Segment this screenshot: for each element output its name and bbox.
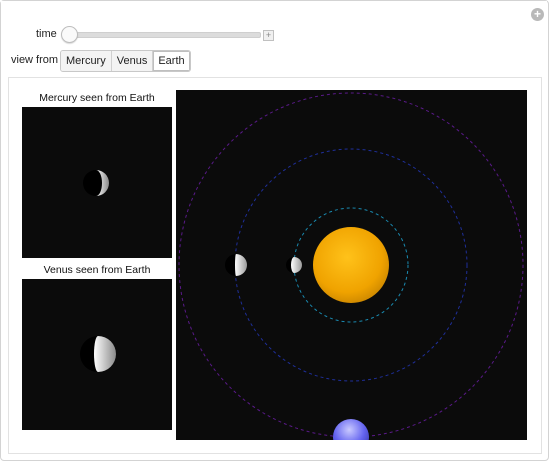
venus-phase-graphic — [80, 336, 116, 372]
orbit-diagram — [178, 92, 524, 455]
venus-panel-title: Venus seen from Earth — [43, 264, 151, 276]
view-from-selector: Mercury Venus Earth — [60, 50, 191, 72]
controls-panel: + time + view from Mercury Venus Earth — [1, 1, 547, 75]
mercury-panel-title: Mercury seen from Earth — [39, 92, 155, 104]
view-option-mercury[interactable]: Mercury — [61, 51, 112, 71]
time-slider-thumb[interactable] — [61, 26, 78, 43]
venus-view-panel — [22, 279, 172, 430]
earth-planet — [333, 419, 369, 455]
view-option-earth[interactable]: Earth — [153, 51, 190, 71]
time-label: time — [36, 28, 57, 40]
view-from-label: view from — [11, 54, 59, 66]
mercury-phase-graphic — [83, 170, 109, 196]
plus-icon[interactable]: + — [263, 30, 274, 41]
view-option-venus[interactable]: Venus — [111, 51, 154, 71]
plus-circle-icon[interactable]: + — [531, 8, 544, 21]
solar-system-view — [176, 90, 527, 455]
mercury-planet-lit — [291, 257, 302, 273]
time-slider-track[interactable] — [63, 32, 261, 38]
sun — [313, 227, 389, 303]
venus-planet-lit — [235, 254, 247, 276]
venus-lit-side — [94, 336, 116, 372]
mercury-view-panel — [22, 107, 172, 258]
